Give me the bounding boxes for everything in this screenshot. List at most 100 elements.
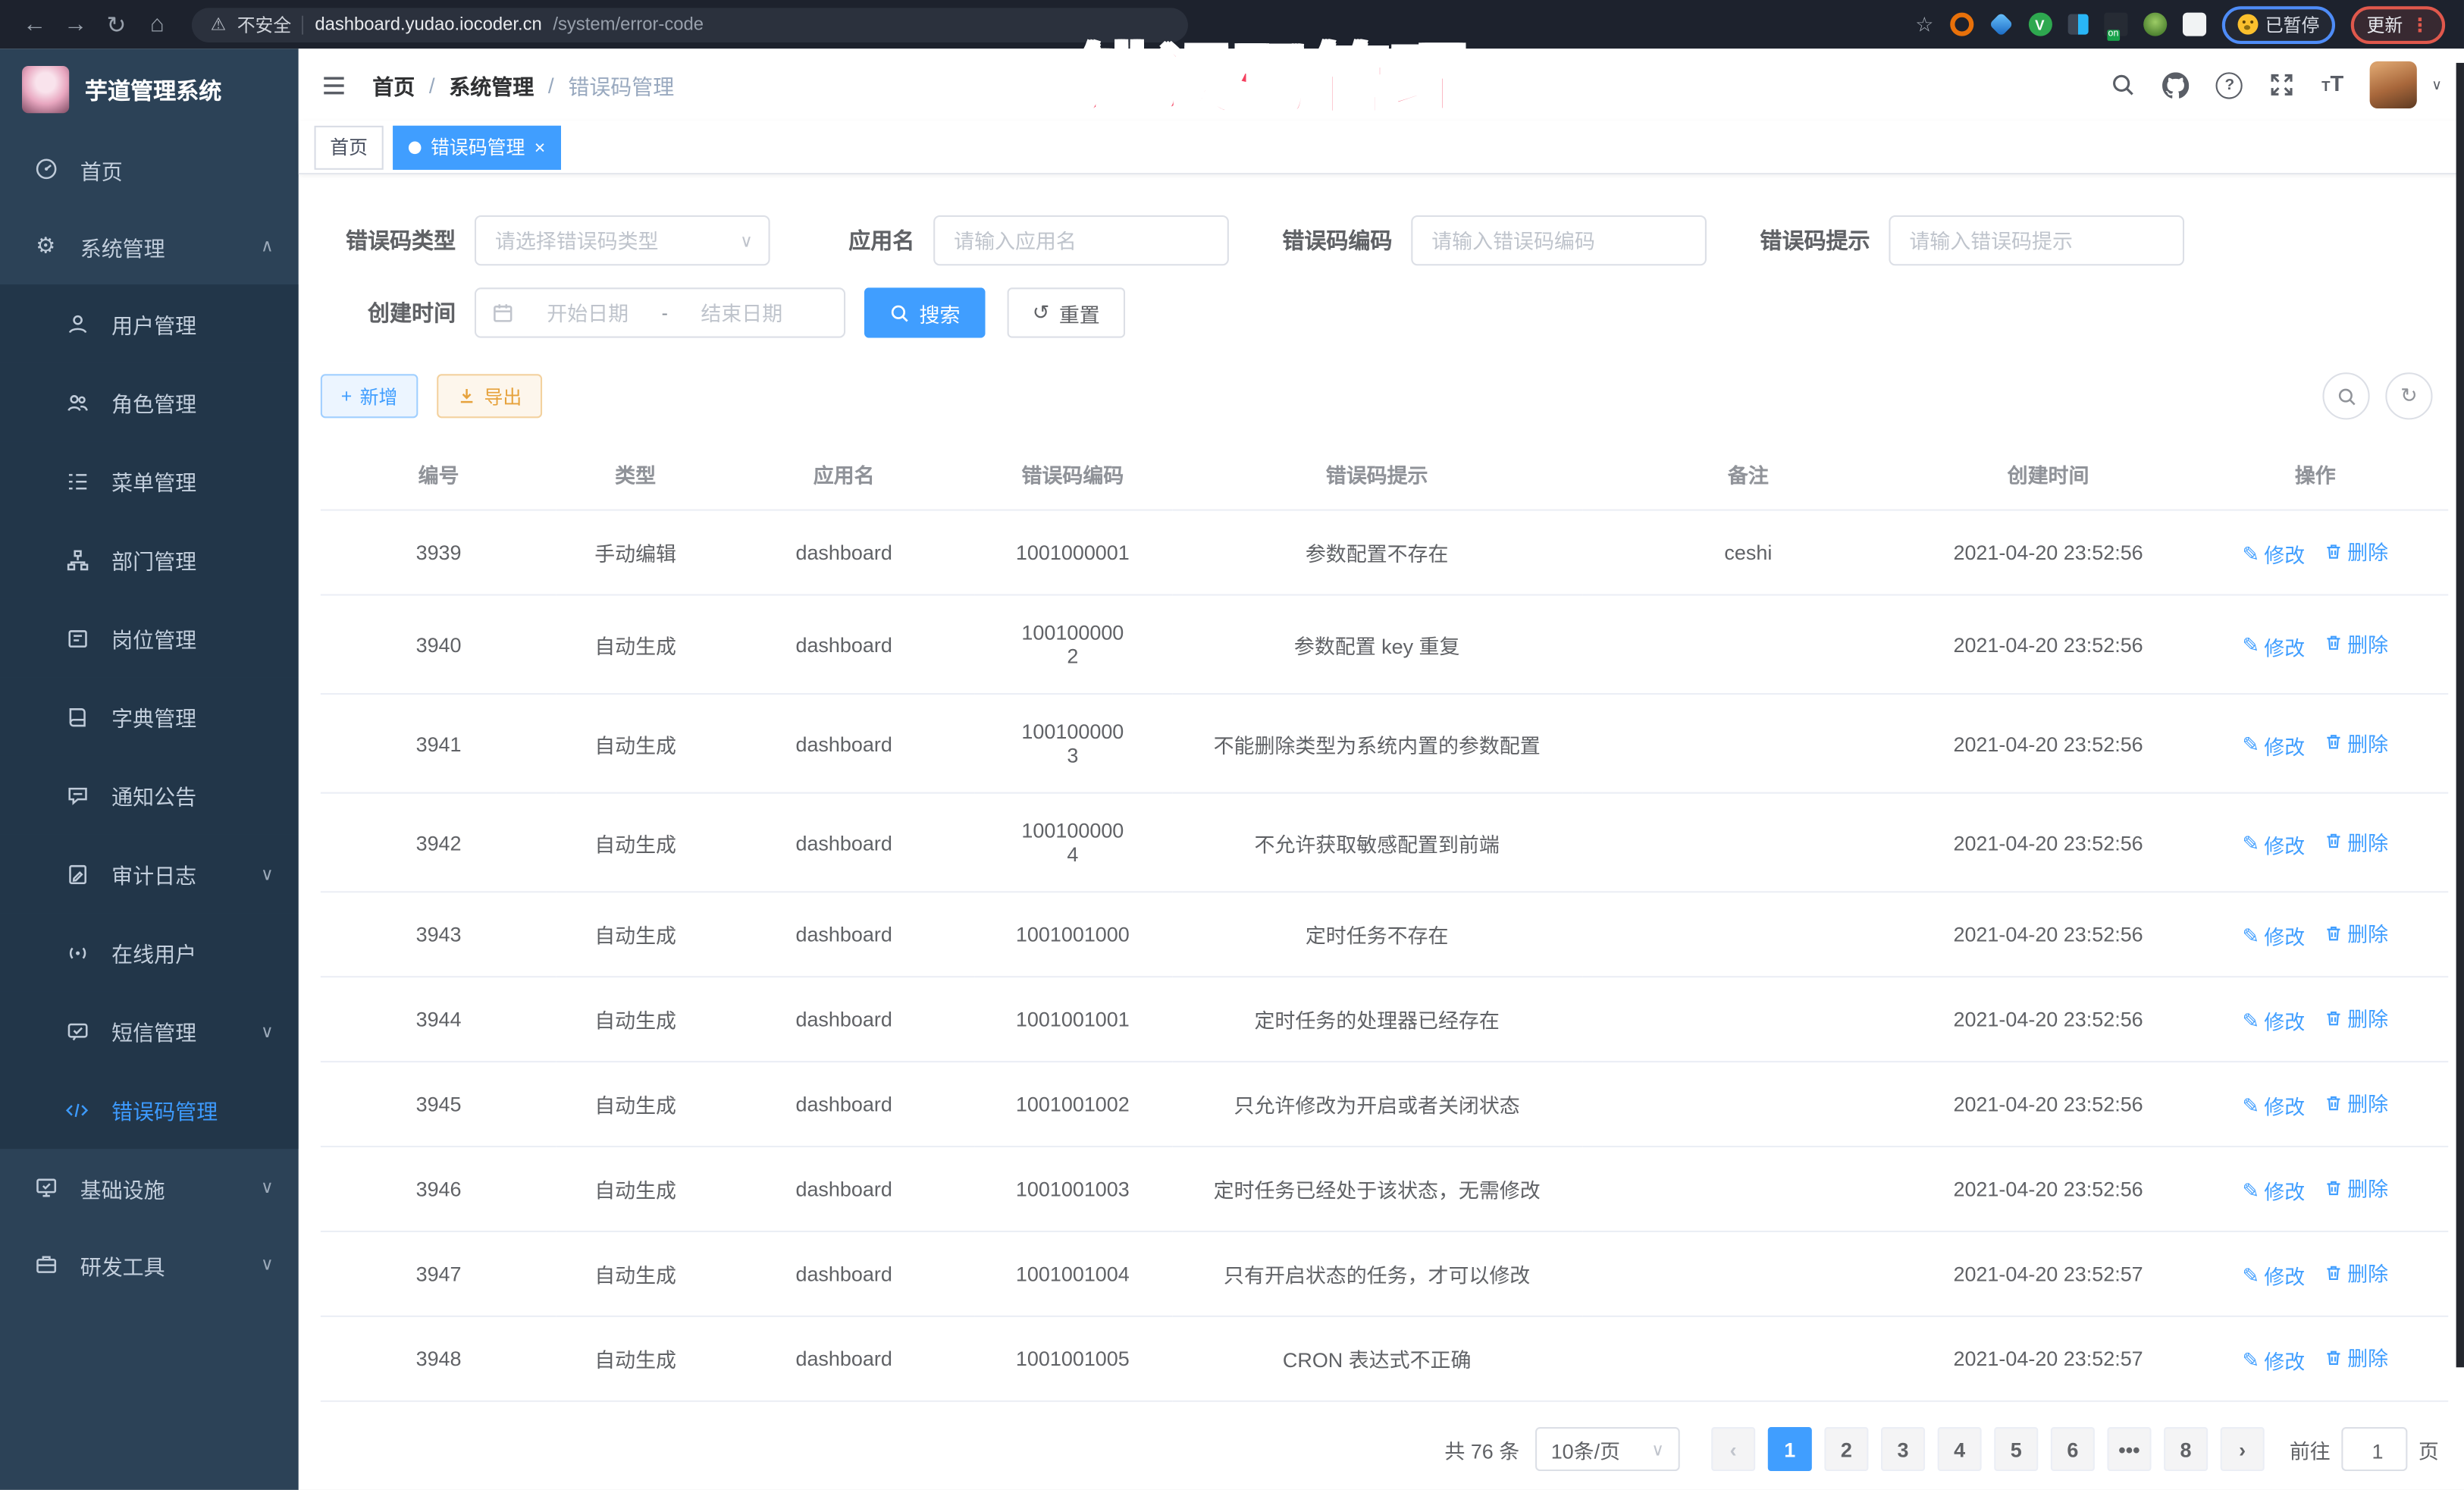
tag-home[interactable]: 首页 — [315, 125, 384, 169]
github-icon[interactable] — [2163, 71, 2190, 98]
edit-link[interactable]: ✎修改 — [2242, 631, 2305, 660]
edit-link[interactable]: ✎修改 — [2242, 1090, 2305, 1120]
error-code-field[interactable] — [1411, 215, 1707, 265]
delete-link[interactable]: 删除 — [2324, 727, 2388, 757]
next-page-button[interactable]: › — [2221, 1427, 2265, 1471]
sidebar-item-infra[interactable]: 基础设施∨ — [0, 1149, 299, 1226]
extension-person-icon[interactable] — [2143, 13, 2166, 36]
sidebar-item-dev-tools[interactable]: 研发工具∨ — [0, 1226, 299, 1303]
extension-grid-icon[interactable] — [2067, 14, 2088, 35]
page-size-select[interactable]: 10条/页 ∨ — [1535, 1427, 1680, 1471]
sidebar-item-posts[interactable]: 岗位管理 — [0, 599, 299, 678]
date-range-picker[interactable]: - — [475, 287, 845, 337]
page-ellipsis-button[interactable]: ••• — [2107, 1427, 2151, 1471]
error-hint-input[interactable] — [1906, 227, 2167, 254]
edit-link[interactable]: ✎修改 — [2242, 1260, 2305, 1290]
sidebar-item-notices[interactable]: 通知公告 — [0, 756, 299, 835]
delete-link[interactable]: 删除 — [2324, 1257, 2388, 1287]
reset-button[interactable]: ↺ 重置 — [1008, 287, 1125, 337]
date-end-input[interactable] — [677, 300, 806, 326]
error-type-select[interactable]: ∨ — [475, 215, 770, 265]
tag-close-icon[interactable]: × — [534, 136, 546, 158]
goto-page-input-box[interactable] — [2341, 1427, 2407, 1471]
breadcrumb-home[interactable]: 首页 — [372, 69, 415, 100]
hamburger-icon[interactable] — [321, 71, 347, 98]
goto-page-input[interactable] — [2343, 1429, 2412, 1473]
sidebar-item-audit-logs[interactable]: 审计日志∨ — [0, 835, 299, 914]
delete-link[interactable]: 删除 — [2324, 918, 2388, 947]
export-button[interactable]: 导出 — [437, 374, 542, 418]
edit-link[interactable]: ✎修改 — [2242, 539, 2305, 569]
avatar-caret-icon[interactable]: ∨ — [2431, 77, 2442, 94]
error-code-input[interactable] — [1428, 227, 1689, 254]
cell-create-time: 2021-04-20 23:52:56 — [1914, 793, 2183, 892]
delete-link[interactable]: 删除 — [2324, 1172, 2388, 1202]
sidebar-item-system[interactable]: ⚙系统管理∧ — [0, 208, 299, 285]
sidebar-logo[interactable]: 芋道管理系统 — [0, 49, 299, 130]
sidebar-item-sms[interactable]: 短信管理∨ — [0, 992, 299, 1071]
browser-home-icon[interactable]: ⌂ — [138, 5, 176, 43]
tag-error-code[interactable]: 错误码管理 × — [393, 125, 561, 169]
edit-link[interactable]: ✎修改 — [2242, 1175, 2305, 1205]
address-bar[interactable]: ⚠ 不安全 dashboard.yudao.iocoder.cn/system/… — [192, 7, 1188, 42]
delete-link[interactable]: 删除 — [2324, 1087, 2388, 1117]
delete-link[interactable]: 删除 — [2324, 628, 2388, 657]
sidebar-item-users[interactable]: 用户管理 — [0, 284, 299, 363]
sidebar-item-depts[interactable]: 部门管理 — [0, 520, 299, 599]
page-button-6[interactable]: 6 — [2051, 1427, 2095, 1471]
error-hint-field[interactable] — [1889, 215, 2184, 265]
app-name-field[interactable] — [933, 215, 1229, 265]
edit-link[interactable]: ✎修改 — [2242, 730, 2305, 760]
cell-error-code: 1001001005 — [973, 1316, 1171, 1401]
page-button-2[interactable]: 2 — [1824, 1427, 1868, 1471]
refresh-icon-button[interactable]: ↻ — [2385, 372, 2432, 419]
edit-link[interactable]: ✎修改 — [2242, 1006, 2305, 1036]
app-name-input[interactable] — [951, 227, 1212, 254]
user-avatar[interactable] — [2370, 61, 2417, 108]
delete-link[interactable]: 删除 — [2324, 536, 2388, 566]
date-start-input[interactable] — [523, 300, 652, 326]
hide-search-icon-button[interactable] — [2322, 372, 2369, 419]
extension-green-icon[interactable]: V — [2028, 13, 2052, 36]
search-icon[interactable] — [2111, 72, 2136, 97]
extensions-puzzle-icon[interactable] — [2182, 13, 2205, 36]
page-button-8[interactable]: 8 — [2164, 1427, 2208, 1471]
browser-menu-icon[interactable]: ⋮ — [2411, 14, 2430, 36]
page-button-4[interactable]: 4 — [1938, 1427, 1982, 1471]
sidebar-item-roles[interactable]: 角色管理 — [0, 363, 299, 442]
error-type-select-input[interactable] — [492, 227, 740, 254]
sms-icon — [63, 1019, 91, 1043]
extension-on-badge-icon[interactable] — [2103, 13, 2127, 36]
add-button[interactable]: + 新增 — [321, 374, 419, 418]
page-button-5[interactable]: 5 — [1994, 1427, 2038, 1471]
sidebar-item-home[interactable]: 首页 — [0, 130, 299, 208]
sidebar-item-error-codes[interactable]: 错误码管理 — [0, 1071, 299, 1150]
page-button-1[interactable]: 1 — [1768, 1427, 1812, 1471]
delete-link[interactable]: 删除 — [2324, 1342, 2388, 1372]
tag-home-label: 首页 — [330, 133, 368, 160]
extension-ring-icon[interactable] — [1949, 13, 1973, 36]
edit-link[interactable]: ✎修改 — [2242, 829, 2305, 858]
search-button[interactable]: 搜索 — [864, 287, 986, 337]
prev-page-button[interactable]: ‹ — [1711, 1427, 1755, 1471]
help-icon[interactable]: ? — [2216, 71, 2243, 98]
sidebar-item-menus[interactable]: 菜单管理 — [0, 441, 299, 520]
bookmark-star-icon[interactable]: ☆ — [1915, 12, 1933, 37]
font-size-icon[interactable]: TT — [2321, 71, 2343, 99]
browser-update-button[interactable]: 更新 ⋮ — [2351, 5, 2445, 43]
edit-link[interactable]: ✎修改 — [2242, 1345, 2305, 1375]
page-scrollbar[interactable] — [2456, 63, 2464, 1367]
browser-back-icon[interactable]: ← — [16, 5, 54, 43]
browser-reload-icon[interactable]: ↻ — [98, 5, 136, 43]
edit-link[interactable]: ✎修改 — [2242, 921, 2305, 951]
profile-paused-badge[interactable]: 已暂停 — [2221, 5, 2335, 43]
browser-forward-icon[interactable]: → — [57, 5, 95, 43]
sidebar-item-online-users[interactable]: 在线用户 — [0, 913, 299, 992]
delete-link[interactable]: 删除 — [2324, 1002, 2388, 1032]
delete-link[interactable]: 删除 — [2324, 826, 2388, 855]
sidebar-item-dicts[interactable]: 字典管理 — [0, 677, 299, 756]
breadcrumb-system[interactable]: 系统管理 — [449, 69, 534, 100]
fullscreen-icon[interactable] — [2270, 72, 2295, 97]
page-button-3[interactable]: 3 — [1881, 1427, 1925, 1471]
extension-gem-icon[interactable] — [1989, 13, 2012, 36]
